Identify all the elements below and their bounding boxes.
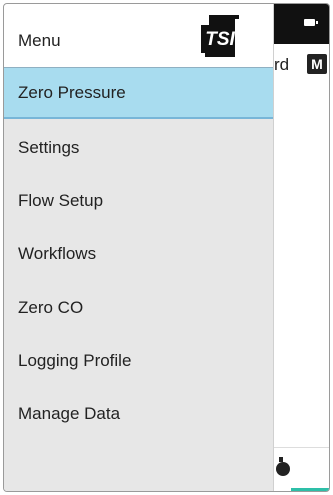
- menu-item-flow-setup[interactable]: Flow Setup: [4, 175, 273, 227]
- navigation-drawer: Menu TSI Zero Pressure Settings Flow Set…: [4, 4, 274, 491]
- menu-item-zero-pressure[interactable]: Zero Pressure: [4, 67, 273, 119]
- menu-item-zero-co[interactable]: Zero CO: [4, 282, 273, 334]
- menu-item-label: Zero CO: [18, 298, 84, 317]
- menu-item-label: Workflows: [18, 244, 97, 263]
- menu-item-logging-profile[interactable]: Logging Profile: [4, 335, 273, 387]
- menu-item-label: Manage Data: [18, 404, 121, 423]
- header-title-partial: rd: [274, 55, 290, 74]
- battery-icon: [304, 19, 318, 26]
- logo-text: TSI: [205, 29, 235, 50]
- active-tab-indicator: [291, 488, 329, 491]
- mode-badge[interactable]: M: [307, 54, 327, 74]
- menu-item-settings[interactable]: Settings: [4, 122, 273, 174]
- menu-item-label: Flow Setup: [18, 191, 104, 210]
- device-screen: rd M Menu TSI Zero Pressure Settings Flo…: [3, 3, 330, 492]
- menu-item-label: Zero Pressure: [18, 82, 126, 102]
- tsi-logo-icon: TSI: [201, 15, 239, 57]
- drawer-header: Menu TSI: [4, 4, 273, 67]
- drawer-title: Menu: [18, 31, 61, 50]
- menu-item-label: Logging Profile: [18, 351, 132, 370]
- probe-icon[interactable]: [276, 457, 290, 476]
- menu-item-workflows[interactable]: Workflows: [4, 228, 273, 280]
- menu-item-label: Settings: [18, 138, 80, 157]
- menu-item-manage-data[interactable]: Manage Data: [4, 388, 273, 440]
